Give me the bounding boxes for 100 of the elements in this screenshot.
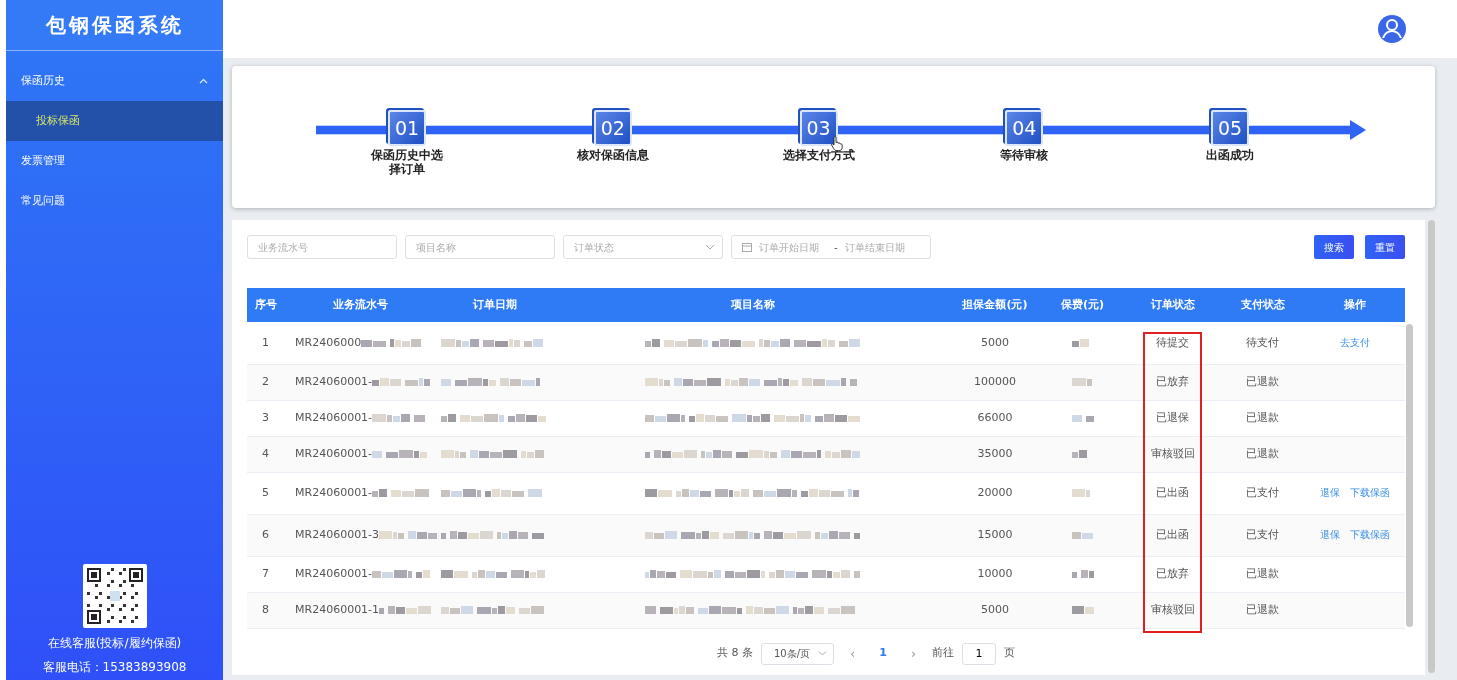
serial-number: MR24060001- <box>295 566 373 580</box>
calendar-icon <box>742 242 752 252</box>
row-number: 8 <box>262 602 269 616</box>
action-link[interactable]: 退保 <box>1320 486 1340 498</box>
column-header: 担保金额(元) <box>950 288 1040 322</box>
row-number: 5 <box>262 485 269 499</box>
blurred-text <box>372 567 431 580</box>
step-number: 01 <box>388 110 426 146</box>
step-label: 选择支付方式 <box>781 149 856 163</box>
serial-number: MR24060001- <box>295 410 373 424</box>
payment-status: 已退款 <box>1246 446 1279 460</box>
action-link[interactable]: 去支付 <box>1340 336 1370 348</box>
amount: 66000 <box>977 410 1013 424</box>
payment-status: 已退款 <box>1246 566 1279 580</box>
order-status: 已出函 <box>1156 527 1189 541</box>
step-number: 03 <box>799 110 838 146</box>
payment-status: 已退款 <box>1246 602 1279 616</box>
goto-label: 前往 <box>932 645 955 662</box>
step-label: 核对保函信息 <box>575 149 650 163</box>
column-header: 操作 <box>1305 288 1405 322</box>
blurred-text <box>372 375 431 388</box>
serial-number: MR24060001-1 <box>295 602 380 616</box>
blurred-text <box>1071 603 1094 616</box>
action-link[interactable]: 退保 <box>1320 528 1340 540</box>
payment-status: 已退款 <box>1246 374 1279 388</box>
chevron-down-icon <box>705 244 715 250</box>
serial-number: MR2406000 <box>295 335 362 349</box>
action-link[interactable]: 下载保函 <box>1350 486 1390 498</box>
column-header: 保费(元) <box>1040 288 1125 322</box>
serial-number: MR24060001- <box>295 374 373 388</box>
column-header: 订单日期 <box>435 288 555 322</box>
step-label: 出函成功 <box>1205 149 1255 163</box>
next-page-button[interactable]: › <box>902 643 925 664</box>
status-select[interactable]: 订单状态 <box>563 235 723 259</box>
order-status: 审核驳回 <box>1150 446 1195 460</box>
amount: 5000 <box>981 335 1009 349</box>
amount: 15000 <box>977 527 1013 541</box>
amount: 5000 <box>981 602 1009 616</box>
user-avatar-icon[interactable] <box>1377 14 1407 44</box>
page-input[interactable]: 1 <box>962 642 997 665</box>
step-number: 02 <box>593 110 632 146</box>
reset-button[interactable]: 重置 <box>1365 235 1405 259</box>
scrollbar[interactable] <box>1406 324 1413 627</box>
payment-status: 待支付 <box>1246 335 1279 349</box>
goto-suffix: 页 <box>1004 645 1016 662</box>
row-number: 6 <box>262 527 269 541</box>
row-number: 4 <box>262 446 269 460</box>
column-header: 业务流水号 <box>285 288 435 322</box>
total-count: 共 8 条 <box>716 645 753 662</box>
chevron-down-icon <box>818 651 827 656</box>
action-link[interactable]: 下载保函 <box>1350 528 1390 540</box>
date-range-field[interactable]: 订单开始日期 - 订单结束日期 <box>731 235 931 259</box>
order-status: 已出函 <box>1156 485 1189 499</box>
amount: 35000 <box>977 446 1013 460</box>
hand-cursor-icon <box>831 136 843 151</box>
page-button[interactable]: 1 <box>871 645 895 662</box>
menu-item[interactable]: 常见问题 <box>6 181 223 221</box>
serial-number: MR24060001- <box>295 446 373 460</box>
app-title: 包钢保函系统 <box>6 0 223 51</box>
row-number: 2 <box>262 374 269 388</box>
amount: 10000 <box>977 566 1013 580</box>
blurred-text <box>372 486 431 499</box>
amount: 20000 <box>977 485 1013 499</box>
payment-status: 已退款 <box>1246 410 1279 424</box>
column-header: 序号 <box>247 288 285 322</box>
order-status: 已放弃 <box>1156 374 1189 388</box>
scrollbar[interactable] <box>1428 220 1435 673</box>
step-number: 04 <box>1005 110 1044 146</box>
step-label: 保函历史中选择订单 <box>370 149 444 177</box>
serial-field[interactable]: 业务流水号 <box>247 235 397 259</box>
column-header: 支付状态 <box>1220 288 1305 322</box>
blurred-text <box>1071 375 1094 388</box>
serial-number: MR24060001-3 <box>295 527 380 541</box>
qr-code <box>82 564 147 628</box>
order-status: 已放弃 <box>1156 566 1189 580</box>
search-button[interactable]: 搜索 <box>1314 235 1354 259</box>
column-header: 订单状态 <box>1125 288 1220 322</box>
service-phone: 客服电话：15383893908 <box>42 659 187 676</box>
page-size-select[interactable]: 10条/页 <box>760 642 834 665</box>
submenu-item[interactable]: 投标保函 <box>6 101 223 141</box>
payment-status: 已支付 <box>1246 485 1279 499</box>
row-number: 1 <box>262 335 269 349</box>
column-header: 项目名称 <box>555 288 950 322</box>
order-status: 待提交 <box>1156 335 1189 349</box>
step-number: 05 <box>1211 110 1249 146</box>
payment-status: 已支付 <box>1246 527 1279 541</box>
order-status: 审核驳回 <box>1150 602 1195 616</box>
service-label: 在线客服(投标/履约保函) <box>47 635 182 652</box>
blurred-text <box>1071 567 1094 580</box>
menu-item[interactable]: 发票管理 <box>6 141 223 181</box>
project-field[interactable]: 项目名称 <box>405 235 555 259</box>
amount: 100000 <box>974 374 1016 388</box>
order-status: 已退保 <box>1156 410 1189 424</box>
row-number: 3 <box>262 410 269 424</box>
menu-item[interactable]: 保函历史 <box>6 61 223 101</box>
serial-number: MR24060001- <box>295 485 373 499</box>
row-number: 7 <box>262 566 269 580</box>
blurred-text <box>379 528 438 541</box>
prev-page-button[interactable]: ‹ <box>842 643 864 664</box>
step-label: 等待审核 <box>999 149 1050 163</box>
